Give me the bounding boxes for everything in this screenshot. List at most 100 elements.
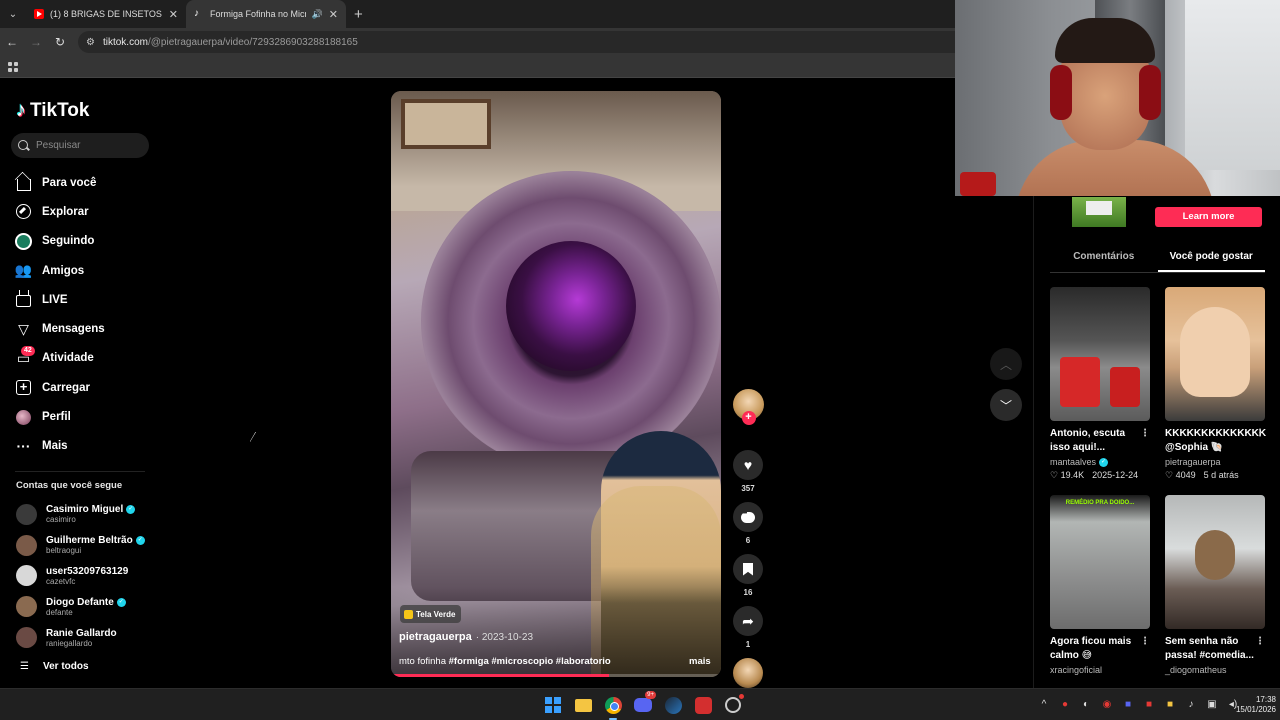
more-options-icon[interactable]: ⋮ [1255, 635, 1265, 663]
menu-item-profile[interactable]: Perfil [15, 402, 105, 431]
menu-item-messages[interactable]: ▽ Mensagens [15, 314, 105, 343]
tray-app-icon[interactable]: ■ [1122, 698, 1134, 710]
tray-app-icon[interactable]: ◉ [1101, 698, 1113, 710]
recommended-grid: Antonio, escuta isso aqui!... ⋮ mantaalve… [1050, 287, 1266, 675]
avatar [16, 503, 37, 525]
live-icon [15, 291, 32, 308]
browser-tab-tiktok[interactable]: ♪ Formiga Fofinha no Microscópio 🔊 ✕ [186, 0, 346, 28]
save-button[interactable] [733, 554, 763, 584]
app-button[interactable] [692, 694, 714, 716]
settings-button[interactable] [722, 694, 744, 716]
menu-item-for-you[interactable]: Para você [15, 168, 105, 197]
video-frame-content [506, 241, 636, 371]
avatar [16, 596, 37, 618]
microphone-icon[interactable]: ♪ [1185, 698, 1197, 710]
video-thumbnail[interactable] [1050, 287, 1150, 421]
menu-label: LIVE [42, 293, 68, 306]
see-all-button[interactable]: ☰ Ver todos [20, 661, 89, 672]
ad-thumbnail[interactable] [1072, 197, 1126, 227]
tab-you-may-like[interactable]: Você pode gostar [1157, 247, 1265, 272]
effect-tag[interactable]: Tela Verde [400, 605, 462, 623]
see-all-label: Ver todos [42, 661, 89, 672]
share-icon: ➦ [742, 612, 754, 629]
menu-label: Atividade [42, 352, 94, 365]
network-icon[interactable]: ▣ [1206, 698, 1218, 710]
previous-video-button[interactable]: ︿ [990, 348, 1022, 380]
site-info-icon[interactable]: ⚙ [86, 37, 95, 48]
tray-app-icon[interactable]: ● [1059, 698, 1071, 710]
recommended-card[interactable]: Sem senha não passa! #comedia... ⋮ _diogo… [1165, 495, 1265, 675]
speaker-icon[interactable]: 🔊 [312, 9, 323, 20]
account-item[interactable]: user53209763129 cazetvfc [16, 561, 145, 592]
menu-item-activity[interactable]: ▭ 42 Atividade [15, 344, 105, 373]
hashtags[interactable]: #formiga #microscopio #laboratorio [449, 656, 611, 667]
apps-grid-icon[interactable] [8, 61, 18, 72]
file-explorer-button[interactable] [572, 694, 594, 716]
search-box[interactable] [11, 133, 149, 158]
tray-app-icon[interactable]: ◐ [1080, 698, 1092, 710]
next-video-button[interactable]: ﹀ [990, 389, 1022, 421]
chevron-up-icon[interactable]: ^ [1038, 698, 1050, 710]
more-options-icon[interactable]: ⋮ [1140, 427, 1150, 455]
browser-tab-youtube[interactable]: (1) 8 BRIGAS DE INSETOS FILMA ✕ [26, 0, 186, 28]
heart-icon: ♡ 19.4K [1050, 470, 1085, 480]
menu-item-explore[interactable]: Explorar [15, 197, 105, 226]
reload-button[interactable]: ↻ [48, 28, 72, 56]
more-button[interactable]: mais [689, 656, 711, 667]
webcam-content [1055, 18, 1155, 63]
menu-item-upload[interactable]: + Carregar [15, 373, 105, 402]
video-thumbnail[interactable] [1165, 495, 1265, 629]
music-disc-icon[interactable] [733, 658, 763, 688]
following-accounts-title: Contas que você segue [16, 480, 123, 491]
close-tab-icon[interactable]: ✕ [329, 8, 338, 21]
close-tab-icon[interactable]: ✕ [169, 8, 178, 21]
account-handle: raniegallardo [46, 638, 93, 648]
save-count: 16 [743, 588, 753, 597]
account-item[interactable]: Diogo Defante ✓ defante [16, 591, 145, 622]
tab-search-button[interactable]: ⌄ [0, 0, 26, 28]
creator-avatar[interactable]: + [732, 389, 764, 425]
back-button[interactable]: ← [0, 28, 24, 56]
more-options-icon[interactable]: ⋮ [1140, 635, 1150, 663]
comment-count: 6 [745, 536, 751, 545]
video-author[interactable]: pietragauerpa · 2023-10-23 [399, 631, 533, 643]
account-item[interactable]: Ranie Gallardo raniegallardo [16, 622, 145, 653]
clock-date: 15/01/2026 [1235, 705, 1276, 714]
card-author: pietragauerpa [1165, 457, 1221, 467]
comment-button[interactable] [733, 502, 763, 532]
video-thumbnail[interactable] [1165, 287, 1265, 421]
search-input[interactable] [36, 140, 136, 151]
sidebar: ♪ TikTok Para você Explorar Seguindo 👥 A… [0, 79, 160, 688]
learn-more-button[interactable]: Learn more [1155, 207, 1262, 227]
menu-label: Explorar [42, 205, 89, 218]
share-button[interactable]: ➦ [733, 606, 763, 636]
video-player[interactable]: Tela Verde pietragauerpa · 2023-10-23 mt… [391, 91, 721, 677]
new-tab-button[interactable]: + [354, 6, 363, 23]
tab-comments[interactable]: Comentários [1050, 247, 1158, 272]
follow-plus-icon[interactable]: + [741, 411, 756, 425]
video-thumbnail[interactable]: REMÉDIO PRA DOIDO... [1050, 495, 1150, 629]
system-tray: ^ ● ◐ ◉ ■ ■ ■ ♪ ▣ ◂) [1038, 698, 1239, 710]
more-options-icon[interactable]: ⋮ [1255, 427, 1265, 455]
recommended-card[interactable]: Antonio, escuta isso aqui!... ⋮ mantaalve… [1050, 287, 1150, 481]
forward-button[interactable]: → [24, 28, 48, 56]
menu-item-live[interactable]: LIVE [15, 285, 105, 314]
menu-item-friends[interactable]: 👥 Amigos [15, 256, 105, 285]
video-progress-bar[interactable] [391, 674, 721, 677]
search-icon [18, 139, 30, 152]
recommended-card[interactable]: REMÉDIO PRA DOIDO... Agora ficou mais ca… [1050, 495, 1150, 675]
taskbar-clock[interactable]: 17:38 15/01/2026 [1218, 695, 1276, 715]
tray-app-icon[interactable]: ■ [1143, 698, 1155, 710]
tray-app-icon[interactable]: ■ [1164, 698, 1176, 710]
discord-button[interactable]: 9+ [632, 691, 656, 716]
like-button[interactable]: ♥ [733, 450, 763, 480]
recommended-card[interactable]: KKKKKKKKKKKKKK @Sophia 🐚 ⋮ pietragauerpa … [1165, 287, 1266, 481]
account-item[interactable]: Casimiro Miguel ✓ casimiro [16, 499, 145, 530]
menu-item-following[interactable]: Seguindo [15, 227, 105, 256]
steam-button[interactable] [662, 694, 684, 716]
tiktok-logo[interactable]: ♪ TikTok [16, 99, 89, 122]
account-item[interactable]: Guilherme Beltrão ✓ beltraogui [16, 530, 145, 561]
start-button[interactable] [542, 694, 564, 716]
chrome-button[interactable] [602, 694, 624, 720]
menu-item-more[interactable]: ··· Mais [15, 432, 105, 461]
